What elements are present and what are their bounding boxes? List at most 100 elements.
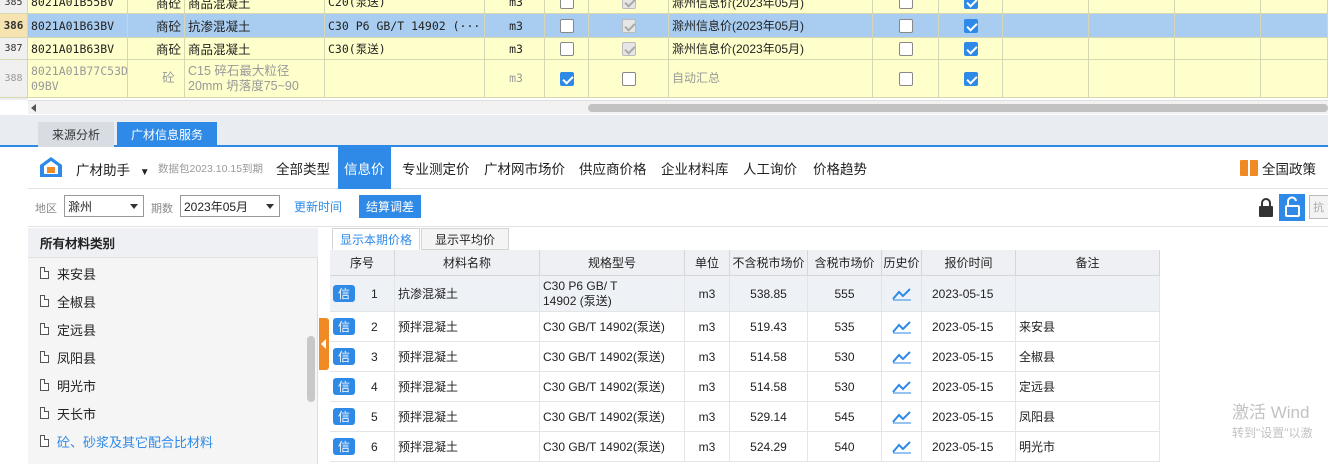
- region-select[interactable]: 滁州: [64, 195, 144, 217]
- checkbox-cell: [939, 60, 1003, 97]
- assistant-menu[interactable]: 广材助手 ▼: [76, 159, 150, 179]
- history-chart-icon[interactable]: [882, 312, 922, 342]
- checkbox-cell: [545, 38, 589, 59]
- info-badge[interactable]: 信: [333, 378, 355, 395]
- history-chart-icon[interactable]: [882, 342, 922, 372]
- column-header[interactable]: 报价时间: [922, 250, 1016, 276]
- checkbox[interactable]: [963, 71, 978, 86]
- material-row[interactable]: 385 8021A01B55BV 商砼 商品混凝土 C20(泵送) m3 滁州信息价(202…: [0, 0, 1328, 14]
- checkbox[interactable]: [963, 0, 978, 9]
- subtab-current-price[interactable]: 显示本期价格: [332, 228, 420, 250]
- table-cell: [1016, 276, 1160, 312]
- cell-text: 来安县: [1019, 320, 1056, 334]
- table-cell: 529.14: [730, 402, 808, 432]
- collapse-panel-button[interactable]: [319, 318, 329, 370]
- history-chart-icon[interactable]: [882, 276, 922, 312]
- settle-adjust-button[interactable]: 结算调差: [359, 195, 421, 218]
- tab-source-analysis[interactable]: 来源分析: [38, 122, 115, 147]
- horizontal-scrollbar[interactable]: [28, 100, 1328, 114]
- nav-tab-2[interactable]: 专业测定价: [396, 147, 476, 189]
- checkbox[interactable]: [621, 41, 636, 56]
- nav-tab-0[interactable]: 全部类型: [270, 147, 336, 189]
- checkbox[interactable]: [559, 41, 574, 56]
- category-item[interactable]: 定远县: [40, 315, 96, 343]
- checkbox[interactable]: [559, 0, 574, 9]
- document-icon: [40, 323, 49, 335]
- table-cell: m3: [685, 402, 730, 432]
- checkbox[interactable]: [898, 18, 913, 33]
- cell: 滁州信息价(2023年05月): [669, 0, 873, 13]
- cell-text: m3: [698, 349, 716, 364]
- nav-tab-5[interactable]: 企业材料库: [655, 147, 735, 189]
- checkbox-cell: [545, 0, 589, 13]
- column-header[interactable]: 含税市场价: [808, 250, 882, 276]
- row-number: 386: [0, 14, 28, 37]
- tab-guangcai-service[interactable]: 广材信息服务: [117, 122, 218, 147]
- category-item[interactable]: 凤阳县: [40, 343, 96, 371]
- column-header[interactable]: 序号: [330, 250, 395, 276]
- cell-text: C30 GB/T 14902(泵送): [543, 350, 665, 364]
- info-badge[interactable]: 信: [333, 318, 355, 335]
- column-header[interactable]: 规格型号: [540, 250, 685, 276]
- history-chart-icon[interactable]: [882, 372, 922, 402]
- nav-tab-4[interactable]: 供应商价格: [573, 147, 653, 189]
- info-badge[interactable]: 信: [333, 285, 355, 302]
- cell-text: 预拌混凝土: [398, 350, 459, 364]
- cell: [1261, 38, 1328, 59]
- national-policy-link[interactable]: 全国政策: [1240, 158, 1316, 178]
- category-item[interactable]: 全椒县: [40, 287, 96, 315]
- checkbox[interactable]: [898, 0, 913, 9]
- material-row[interactable]: 387 8021A01B63BV 商砼 商品混凝土 C30(泵送) m3 滁州信息价(202…: [0, 38, 1328, 60]
- history-chart-icon[interactable]: [882, 402, 922, 432]
- info-badge[interactable]: 信: [333, 438, 355, 455]
- scroll-left-arrow[interactable]: [31, 104, 36, 112]
- material-row[interactable]: 386 8021A01B63BV 商砼 抗渗混凝土 C30 P6 GB/T 14902 …: [0, 14, 1328, 38]
- history-chart-icon[interactable]: [882, 432, 922, 462]
- category-item[interactable]: 天长市: [40, 399, 96, 427]
- checkbox[interactable]: [559, 18, 574, 33]
- lock-icon[interactable]: [1256, 197, 1276, 219]
- table-cell: 预拌混凝土: [395, 342, 540, 372]
- checkbox[interactable]: [559, 71, 574, 86]
- checkbox[interactable]: [898, 71, 913, 86]
- checkbox[interactable]: [898, 41, 913, 56]
- checkbox[interactable]: [621, 71, 636, 86]
- column-header[interactable]: 单位: [685, 250, 730, 276]
- table-cell: C30 GB/T 14902(泵送): [540, 402, 685, 432]
- material-row[interactable]: 388 8021A01B77C53D 09BV 砼 C15 碎石最大粒径20mm 坍落…: [0, 60, 1328, 98]
- table-cell: 555: [808, 276, 882, 312]
- row-number: 3: [371, 349, 378, 364]
- cell-text: 定远县: [1019, 380, 1056, 394]
- nav-tab-6[interactable]: 人工询价: [737, 147, 803, 189]
- checkbox[interactable]: [963, 41, 978, 56]
- checkbox[interactable]: [621, 0, 636, 9]
- table-cell: 519.43: [730, 312, 808, 342]
- info-badge[interactable]: 信: [333, 408, 355, 425]
- checkbox-cell: [939, 0, 1003, 13]
- subtab-average-price[interactable]: 显示平均价: [421, 228, 509, 250]
- category-scrollbar[interactable]: [307, 336, 315, 402]
- truncated-button[interactable]: 抗: [1309, 195, 1328, 219]
- bottom-tab-bar: 来源分析 广材信息服务: [0, 115, 1328, 147]
- info-badge[interactable]: 信: [333, 348, 355, 365]
- column-header[interactable]: 历史价: [882, 250, 922, 276]
- category-item[interactable]: 砼、砂浆及其它配合比材料: [40, 427, 213, 455]
- category-item[interactable]: 明光市: [40, 371, 96, 399]
- category-item[interactable]: 来安县: [40, 259, 96, 287]
- unlock-icon[interactable]: [1279, 194, 1305, 221]
- nav-tab-3[interactable]: 广材网市场价: [478, 147, 571, 189]
- horizontal-scroll-thumb[interactable]: [588, 104, 1328, 112]
- cell: 滁州信息价(2023年05月): [669, 38, 873, 59]
- nav-tab-1[interactable]: 信息价: [338, 147, 391, 189]
- period-select[interactable]: 2023年05月: [180, 195, 280, 217]
- nav-tab-7[interactable]: 价格趋势: [807, 147, 873, 189]
- column-header[interactable]: 材料名称: [395, 250, 540, 276]
- column-header[interactable]: 不含税市场价: [730, 250, 808, 276]
- checkbox[interactable]: [963, 18, 978, 33]
- cell-text: C30 GB/T 14902(泵送): [543, 410, 665, 424]
- column-header[interactable]: 备注: [1016, 250, 1160, 276]
- period-label: 期数: [151, 203, 173, 215]
- checkbox[interactable]: [621, 18, 636, 33]
- table-cell: 明光市: [1016, 432, 1160, 462]
- update-time-button[interactable]: 更新时间: [290, 195, 346, 218]
